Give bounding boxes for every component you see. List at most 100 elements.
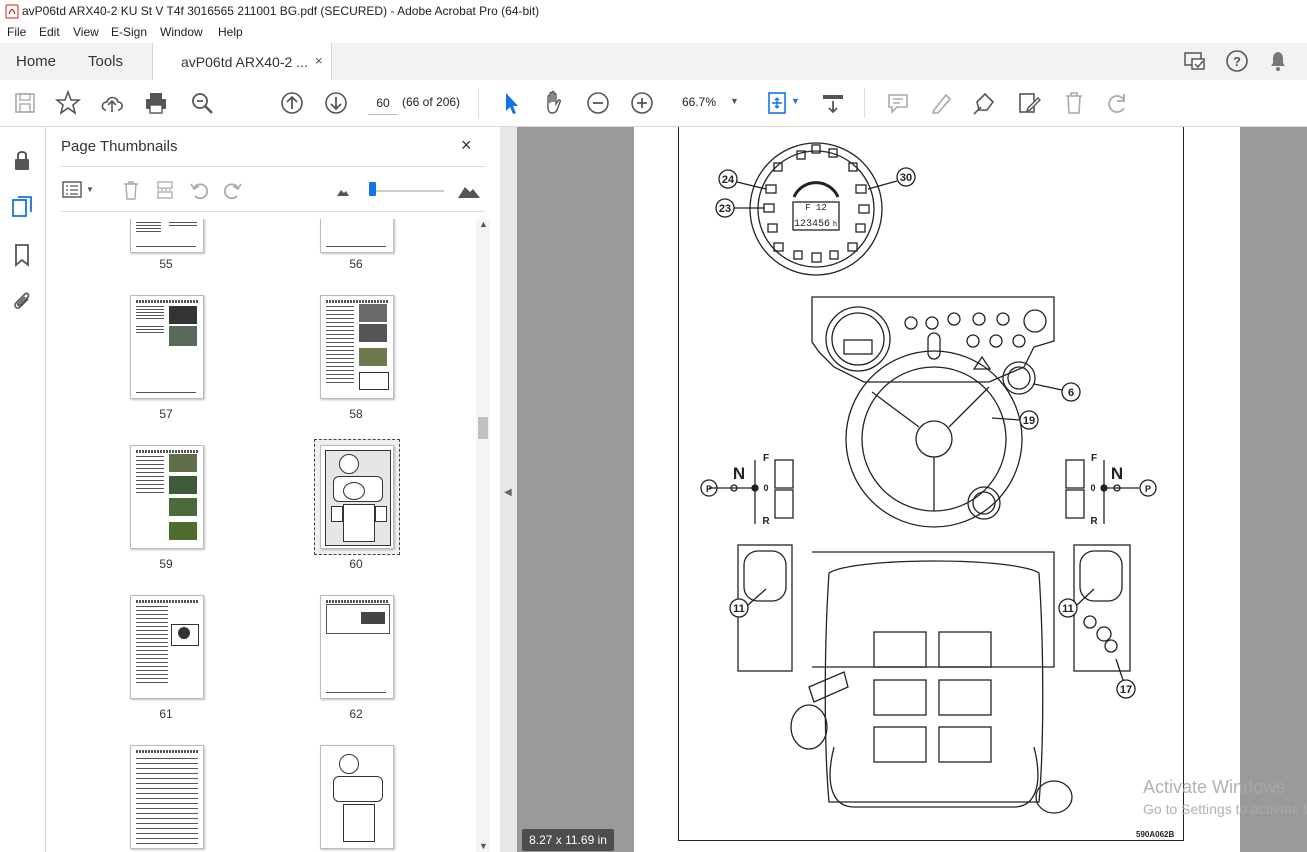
print-icon[interactable] xyxy=(143,90,169,116)
lock-icon[interactable] xyxy=(10,148,34,172)
upload-cloud-icon[interactable] xyxy=(99,90,125,116)
thumbnail-page-number: 60 xyxy=(349,557,363,571)
menu-esign[interactable]: E-Sign xyxy=(111,25,147,39)
callout-label: 30 xyxy=(900,172,912,184)
callout-label: 11 xyxy=(1062,603,1074,615)
page-thumbnails-icon[interactable] xyxy=(10,195,34,219)
thumbnail-page-number: 58 xyxy=(349,407,363,421)
page-thumbnail[interactable] xyxy=(320,219,394,253)
collapse-panel-arrow-icon[interactable]: ◀ xyxy=(504,487,512,498)
redo-icon[interactable] xyxy=(1104,90,1130,116)
panel-divider xyxy=(60,211,485,212)
panel-title: Page Thumbnails xyxy=(61,138,178,155)
next-page-icon[interactable] xyxy=(323,90,349,116)
page-thumbnail[interactable] xyxy=(130,745,204,849)
save-icon[interactable] xyxy=(12,90,38,116)
large-thumbnail-icon[interactable] xyxy=(457,181,481,199)
page-thumbnail[interactable] xyxy=(320,595,394,699)
menu-view[interactable]: View xyxy=(73,25,99,39)
delete-trash-icon[interactable] xyxy=(1061,90,1087,116)
scrollbar-thumb[interactable] xyxy=(478,417,488,439)
sign-pen-icon[interactable] xyxy=(971,90,997,116)
thumbnail-page-number: 57 xyxy=(159,407,173,421)
highlight-pen-icon[interactable] xyxy=(928,90,954,116)
page-thumbnail[interactable] xyxy=(320,745,394,849)
thumbnail-toolbar: ▼ xyxy=(46,175,500,205)
park-right-label: P xyxy=(1145,484,1151,494)
tab-home[interactable]: Home xyxy=(16,53,56,70)
page-thumbnail[interactable] xyxy=(130,445,204,549)
callout-label: 23 xyxy=(719,203,731,215)
page-number-input[interactable] xyxy=(368,92,398,115)
page-thumbnail[interactable] xyxy=(130,295,204,399)
left-rail xyxy=(0,127,46,852)
park-left-label: P xyxy=(706,484,712,494)
small-thumbnail-icon[interactable] xyxy=(336,185,350,197)
toolbar-divider xyxy=(864,88,865,118)
thumbnail-page-number: 59 xyxy=(159,557,173,571)
previous-page-icon[interactable] xyxy=(279,90,305,116)
zoom-out-icon[interactable] xyxy=(585,90,611,116)
edit-document-icon[interactable] xyxy=(1016,90,1042,116)
shift-neutral-right: N xyxy=(1111,464,1123,483)
thumbnail-options-caret-icon[interactable]: ▼ xyxy=(86,185,94,194)
close-tab-icon[interactable]: × xyxy=(315,53,323,68)
menu-window[interactable]: Window xyxy=(160,25,203,39)
scroll-mode-icon[interactable] xyxy=(820,90,846,116)
main-toolbar: (66 of 206) 66.7% ▼ ▼ xyxy=(0,80,1307,127)
scroll-down-icon[interactable]: ▼ xyxy=(479,841,488,851)
attachments-paperclip-icon[interactable] xyxy=(10,288,34,312)
menu-file[interactable]: File xyxy=(7,25,26,39)
tab-tools[interactable]: Tools xyxy=(88,53,123,70)
menu-bar: File Edit View E-Sign Window Help xyxy=(0,23,1307,43)
page-thumbnails-panel: Page Thumbnails × ▼ 55 56 57 58 59 60 61… xyxy=(46,127,500,852)
activation-watermark-title: Activate Windows xyxy=(1143,777,1286,797)
shift-zero-left: 0 xyxy=(763,483,768,493)
thumbnail-page-number: 61 xyxy=(159,707,173,721)
hand-pan-icon[interactable] xyxy=(541,90,567,116)
share-screen-icon[interactable] xyxy=(1183,50,1207,72)
thumbnail-size-slider-handle[interactable] xyxy=(369,182,376,196)
svg-text:?: ? xyxy=(1233,54,1241,69)
delete-page-icon[interactable] xyxy=(121,180,141,200)
gauge-display-unit: h xyxy=(833,221,837,229)
thumbnail-scrollbar[interactable]: ▲ ▼ xyxy=(476,219,490,852)
page-thumbnail[interactable] xyxy=(130,219,204,253)
comment-icon[interactable] xyxy=(885,90,911,116)
callout-label: 11 xyxy=(733,603,745,615)
rotate-right-icon[interactable] xyxy=(223,180,243,200)
bookmark-star-icon[interactable] xyxy=(54,89,82,116)
callout-label: 24 xyxy=(722,174,735,186)
page-thumbnail[interactable] xyxy=(130,595,204,699)
page-thumbnail[interactable] xyxy=(320,295,394,399)
zoom-level-value[interactable]: 66.7% xyxy=(682,95,716,109)
shift-zero-right: 0 xyxy=(1090,483,1095,493)
zoom-in-icon[interactable] xyxy=(629,90,655,116)
page-size-indicator: 8.27 x 11.69 in xyxy=(522,829,614,851)
callout-label: 6 xyxy=(1068,387,1074,399)
close-panel-icon[interactable]: × xyxy=(461,135,472,156)
acrobat-pdf-icon xyxy=(5,4,19,19)
activation-watermark-subtitle: Go to Settings to activate Windows. xyxy=(1143,801,1307,817)
zoom-dropdown-caret-icon[interactable]: ▼ xyxy=(730,96,739,106)
tab-document[interactable]: avP06td ARX40-2 ... × xyxy=(152,43,332,80)
page-fit-caret-icon[interactable]: ▼ xyxy=(791,96,800,106)
window-title: avP06td ARX40-2 KU St V T4f 3016565 2110… xyxy=(22,4,540,18)
zoom-search-icon[interactable] xyxy=(189,90,215,116)
callout-label: 17 xyxy=(1120,684,1132,696)
menu-help[interactable]: Help xyxy=(218,25,243,39)
help-icon[interactable]: ? xyxy=(1225,49,1249,73)
bookmarks-icon[interactable] xyxy=(10,243,34,267)
page-fit-icon[interactable] xyxy=(765,90,791,116)
callout-label: 19 xyxy=(1023,415,1035,427)
menu-edit[interactable]: Edit xyxy=(39,25,60,39)
thumbnail-options-icon[interactable] xyxy=(62,180,84,200)
extract-page-icon[interactable] xyxy=(155,180,175,200)
notifications-bell-icon[interactable] xyxy=(1267,49,1289,73)
shift-forward-left: F xyxy=(763,453,769,464)
scroll-up-icon[interactable]: ▲ xyxy=(479,219,488,229)
page-thumbnail-selected[interactable] xyxy=(320,445,394,549)
rotate-left-icon[interactable] xyxy=(189,180,209,200)
select-cursor-icon[interactable] xyxy=(498,90,524,116)
thumbnail-size-slider-track[interactable] xyxy=(370,190,444,192)
